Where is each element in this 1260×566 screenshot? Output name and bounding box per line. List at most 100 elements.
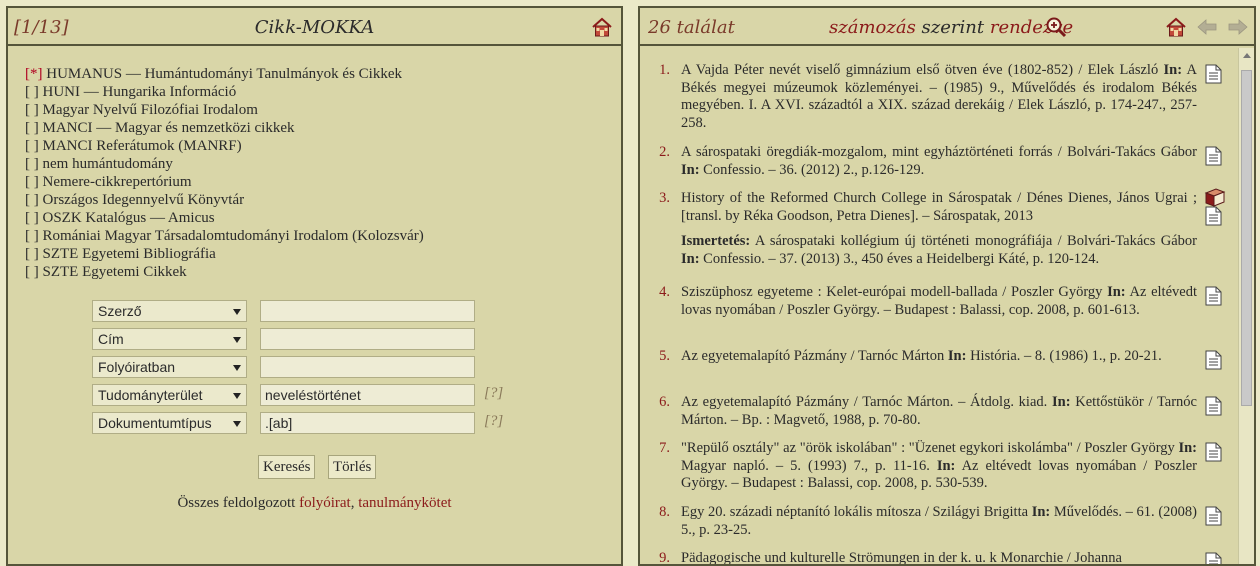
search-input[interactable]: neveléstörténet [260, 384, 475, 406]
database-item[interactable]: [ ] Országos Idegennyelvű Könyvtár [25, 191, 424, 209]
document-icon[interactable] [1205, 286, 1222, 306]
database-label: HUMANUS — Humántudományi Tanulmányok és … [46, 66, 402, 82]
field-select-value: Tudományterület [98, 387, 203, 403]
result-number: 5. [659, 348, 670, 364]
sort-text: szerint [921, 17, 985, 38]
processed-sources-line: Összes feldolgozott folyóirat, tanulmány… [8, 495, 621, 512]
help-link[interactable]: [?] [484, 385, 503, 402]
scroll-up-icon[interactable] [1243, 53, 1251, 58]
field-select[interactable]: Dokumentumtípus [92, 412, 247, 434]
field-select[interactable]: Folyóiratban [92, 356, 247, 378]
results-panel-header: 26 találat számozás szerint rendezve [640, 8, 1254, 46]
scrollbar-thumb[interactable] [1241, 70, 1252, 406]
database-checkbox[interactable]: [ ] [25, 192, 39, 208]
database-label: MANCI — Magyar és nemzetközi cikkek [42, 120, 295, 136]
field-select[interactable]: Szerző [92, 300, 247, 322]
search-panel: [1/13] Cikk-MOKKA [*] HUMANUS — Humántud… [6, 6, 623, 566]
search-panel-header: [1/13] Cikk-MOKKA [8, 8, 621, 46]
home-icon[interactable] [1165, 16, 1187, 38]
database-checkbox[interactable]: [ ] [25, 120, 39, 136]
database-checkbox[interactable]: [ ] [25, 84, 39, 100]
database-label: nem humántudomány [42, 156, 173, 172]
database-checkbox[interactable]: [ ] [25, 138, 39, 154]
database-label: Romániai Magyar Társadalomtudományi Irod… [42, 228, 424, 244]
result-number: 7. [659, 440, 670, 456]
field-select-value: Dokumentumtípus [98, 415, 212, 431]
review-text[interactable]: Ismertetés: A sárospataki kollégium új t… [681, 233, 1197, 268]
search-row: Cím [92, 328, 542, 352]
result-count: 26 találat [648, 17, 735, 38]
field-select[interactable]: Tudományterület [92, 384, 247, 406]
field-select-value: Cím [98, 331, 124, 347]
document-icon[interactable] [1205, 206, 1222, 226]
database-item[interactable]: [ ] Nemere-cikkrepertórium [25, 173, 424, 191]
result-text[interactable]: History of the Reformed Church College i… [681, 190, 1197, 225]
result-number: 9. [659, 550, 670, 566]
result-number: 2. [659, 144, 670, 160]
search-row: Folyóiratban [92, 356, 542, 380]
search-row: Dokumentumtípus .[ab] [?] [92, 412, 542, 436]
database-checkbox[interactable]: [ ] [25, 174, 39, 190]
results-panel: 26 találat számozás szerint rendezve 1. … [638, 6, 1256, 566]
results-scrollbar[interactable] [1238, 48, 1254, 564]
field-select-value: Folyóiratban [98, 359, 176, 375]
database-item[interactable]: [ ] SZTE Egyetemi Bibliográfia [25, 245, 424, 263]
search-input[interactable] [260, 300, 475, 322]
result-text[interactable]: Pädagogische und kulturelle Strömungen i… [681, 550, 1197, 564]
app-title: Cikk-MOKKA [254, 17, 375, 38]
document-icon[interactable] [1205, 396, 1222, 416]
arrow-right-icon[interactable] [1228, 18, 1248, 36]
database-checkbox[interactable]: [ ] [25, 246, 39, 262]
database-item[interactable]: [ ] SZTE Egyetemi Cikkek [25, 263, 424, 281]
footer-separator: , [350, 495, 355, 511]
document-icon[interactable] [1205, 442, 1222, 462]
database-item[interactable]: [*] HUMANUS — Humántudományi Tanulmányok… [25, 65, 424, 83]
field-select[interactable]: Cím [92, 328, 247, 350]
database-label: HUNI — Hungarika Információ [42, 84, 237, 100]
journals-link[interactable]: folyóirat [299, 495, 351, 511]
database-list: [*] HUMANUS — Humántudományi Tanulmányok… [25, 65, 424, 281]
search-input[interactable] [260, 356, 475, 378]
result-text[interactable]: A sárospataki öregdiák-mozgalom, mint eg… [681, 144, 1197, 179]
sort-by-number-link[interactable]: számozás [829, 17, 916, 38]
home-icon[interactable] [591, 16, 613, 38]
result-text[interactable]: Az egyetemalapító Pázmány / Tarnóc Márto… [681, 348, 1197, 366]
volumes-link[interactable]: tanulmánykötet [358, 495, 451, 511]
document-icon[interactable] [1205, 64, 1222, 84]
document-icon[interactable] [1205, 350, 1222, 370]
search-input[interactable] [260, 328, 475, 350]
book-icon[interactable] [1204, 188, 1226, 208]
database-item[interactable]: [ ] MANCI — Magyar és nemzetközi cikkek [25, 119, 424, 137]
result-text[interactable]: A Vajda Péter nevét viselő gimnázium els… [681, 62, 1197, 132]
database-item[interactable]: [ ] Magyar Nyelvű Filozófiai Irodalom [25, 101, 424, 119]
result-text[interactable]: "Repülő osztály" az "örök iskolában" : "… [681, 440, 1197, 493]
database-checkbox[interactable]: [ ] [25, 210, 39, 226]
database-item[interactable]: [ ] Romániai Magyar Társadalomtudományi … [25, 227, 424, 245]
document-icon[interactable] [1205, 506, 1222, 526]
database-item[interactable]: [ ] OSZK Katalógus — Amicus [25, 209, 424, 227]
database-checkbox[interactable]: [ ] [25, 156, 39, 172]
database-checkbox[interactable]: [*] [25, 66, 43, 82]
result-text[interactable]: Egy 20. századi néptanító lokális mítosz… [681, 504, 1197, 539]
help-link[interactable]: [?] [484, 413, 503, 430]
database-item[interactable]: [ ] MANCI Referátumok (MANRF) [25, 137, 424, 155]
document-icon[interactable] [1205, 552, 1222, 566]
result-number: 6. [659, 394, 670, 410]
search-input[interactable]: .[ab] [260, 412, 475, 434]
document-icon[interactable] [1205, 146, 1222, 166]
arrow-left-icon[interactable] [1197, 18, 1217, 36]
result-number: 3. [659, 190, 670, 206]
result-text[interactable]: Az egyetemalapító Pázmány / Tarnóc Márto… [681, 394, 1197, 429]
database-checkbox[interactable]: [ ] [25, 102, 39, 118]
database-item[interactable]: [ ] HUNI — Hungarika Információ [25, 83, 424, 101]
database-checkbox[interactable]: [ ] [25, 228, 39, 244]
result-number: 1. [659, 62, 670, 78]
zoom-in-icon[interactable] [1045, 16, 1067, 38]
result-text[interactable]: Sziszüphosz egyeteme : Kelet-európai mod… [681, 284, 1197, 319]
database-item[interactable]: [ ] nem humántudomány [25, 155, 424, 173]
field-select-value: Szerző [98, 303, 142, 319]
clear-button[interactable]: Törlés [328, 455, 377, 479]
database-checkbox[interactable]: [ ] [25, 264, 39, 280]
chevron-down-icon [233, 309, 241, 315]
search-button[interactable]: Keresés [258, 455, 316, 479]
